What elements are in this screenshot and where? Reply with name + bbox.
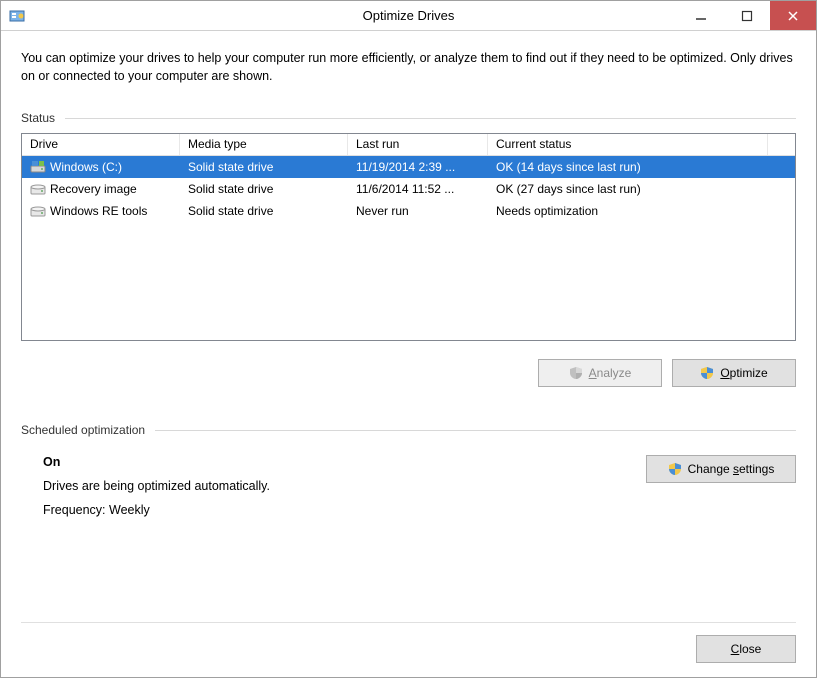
cell-media: Solid state drive [180,202,348,220]
shield-icon [700,366,714,380]
shield-icon [668,462,682,476]
column-drive[interactable]: Drive [22,134,180,155]
intro-text: You can optimize your drives to help you… [21,49,796,85]
column-last-run[interactable]: Last run [348,134,488,155]
listview-header: Drive Media type Last run Current status [22,134,795,156]
cell-last-run: Never run [348,202,488,220]
sched-state: On [43,455,270,469]
column-media[interactable]: Media type [180,134,348,155]
table-row[interactable]: Recovery imageSolid state drive11/6/2014… [22,178,795,200]
app-icon [9,8,25,24]
cell-status: Needs optimization [488,202,768,220]
optimize-label: Optimize [720,366,767,380]
content-area: You can optimize your drives to help you… [1,31,816,677]
cell-last-run: 11/6/2014 11:52 ... [348,180,488,198]
maximize-button[interactable] [724,1,770,30]
sched-desc: Drives are being optimized automatically… [43,479,270,493]
drive-icon [30,160,46,174]
titlebar: Optimize Drives [1,1,816,31]
cell-status: OK (14 days since last run) [488,158,768,176]
divider [155,430,796,431]
drive-icon [30,182,46,196]
cell-drive: Windows (C:) [22,158,180,176]
table-row[interactable]: Windows (C:)Solid state drive11/19/2014 … [22,156,795,178]
analyze-button[interactable]: Analyze [538,359,662,387]
sched-text: On Drives are being optimized automatica… [43,455,270,527]
drives-listview[interactable]: Drive Media type Last run Current status… [21,133,796,341]
minimize-button[interactable] [678,1,724,30]
change-settings-label: Change settings [688,462,775,476]
close-button[interactable]: Close [696,635,796,663]
analyze-label: Analyze [589,366,632,380]
drive-icon [30,204,46,218]
status-label-text: Status [21,111,55,125]
divider [65,118,796,119]
scheduled-optimization-section: Scheduled optimization On Drives are bei… [21,423,796,527]
close-label: Close [731,642,762,656]
cell-last-run: 11/19/2014 2:39 ... [348,158,488,176]
cell-status: OK (27 days since last run) [488,180,768,198]
cell-drive: Recovery image [22,180,180,198]
shield-icon [569,366,583,380]
sched-body: On Drives are being optimized automatica… [21,445,796,527]
cell-media: Solid state drive [180,158,348,176]
sched-section-label: Scheduled optimization [21,423,796,437]
cell-media: Solid state drive [180,180,348,198]
sched-label-text: Scheduled optimization [21,423,145,437]
close-window-button[interactable] [770,1,816,30]
status-section-label: Status [21,111,796,125]
listview-rows: Windows (C:)Solid state drive11/19/2014 … [22,156,795,222]
column-status[interactable]: Current status [488,134,768,155]
table-row[interactable]: Windows RE toolsSolid state driveNever r… [22,200,795,222]
titlebar-buttons [678,1,816,30]
sched-freq: Frequency: Weekly [43,503,270,517]
optimize-drives-window: Optimize Drives You can optimize your dr… [0,0,817,678]
analyze-optimize-row: Analyze Optimize [21,359,796,387]
cell-drive: Windows RE tools [22,202,180,220]
change-settings-button[interactable]: Change settings [646,455,796,483]
footer: Close [21,622,796,663]
optimize-button[interactable]: Optimize [672,359,796,387]
